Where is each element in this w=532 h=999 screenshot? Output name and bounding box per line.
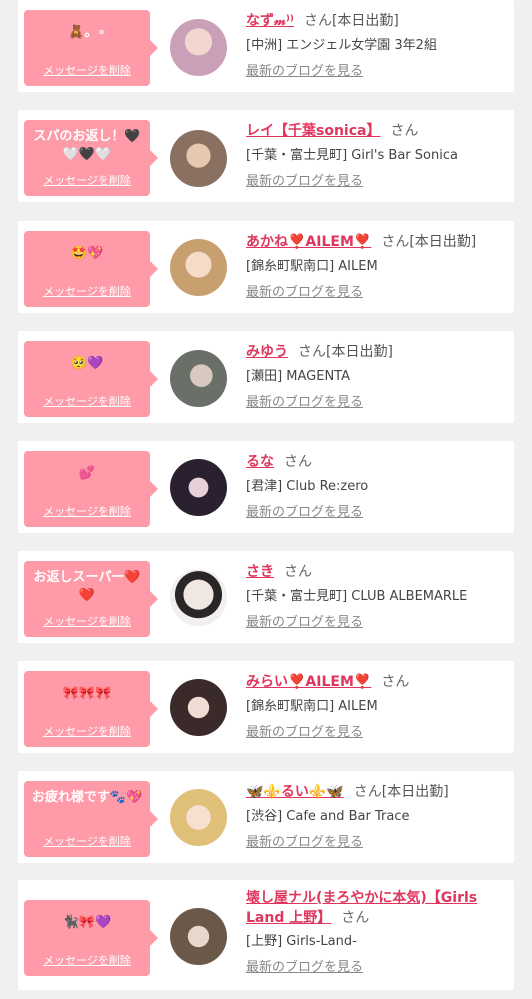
honorific: さん xyxy=(341,910,370,926)
latest-blog-link[interactable]: 最新のブログを見る xyxy=(246,958,363,978)
avatar[interactable] xyxy=(170,350,227,407)
avatar-image xyxy=(170,908,227,965)
latest-blog-link[interactable]: 最新のブログを見る xyxy=(246,833,363,853)
message-card: 🥺💜 メッセージを削除 みゆう さん[本日出勤] [瀬田] MAGENTA 最新の… xyxy=(18,331,514,423)
message-bubble: 🐈‍⬛🎀💜 メッセージを削除 xyxy=(24,900,158,976)
message-bubble: スパのお返し！🖤🤍🖤🤍 メッセージを削除 xyxy=(24,120,158,196)
message-bubble: 🥺💜 メッセージを削除 xyxy=(24,341,158,417)
avatar[interactable] xyxy=(170,19,227,76)
avatar[interactable] xyxy=(170,908,227,965)
delete-message-link[interactable]: メッセージを削除 xyxy=(24,723,150,739)
honorific: さん xyxy=(390,123,419,139)
status-badge: [本日出勤] xyxy=(331,13,399,29)
avatar-image xyxy=(170,569,227,626)
avatar[interactable] xyxy=(170,569,227,626)
shop-name: [上野] Girls-Land- xyxy=(246,934,357,949)
shop-name: [錦糸町駅南口] AILEM xyxy=(246,699,378,714)
message-bubble: お疲れ様です🐾💖 メッセージを削除 xyxy=(24,781,158,857)
message-text: スパのお返し！🖤🤍🖤🤍 xyxy=(33,129,141,162)
latest-blog-link[interactable]: 最新のブログを見る xyxy=(246,393,363,413)
shop-name: [千葉・富士見町] CLUB ALBEMARLE xyxy=(246,589,468,604)
avatar-image xyxy=(170,19,227,76)
status-badge: [本日出勤] xyxy=(326,344,393,360)
delete-message-link[interactable]: メッセージを削除 xyxy=(24,833,150,849)
shop-name: [君津] Club Re:zero xyxy=(246,479,369,494)
shop-name: [渋谷] Cafe and Bar Trace xyxy=(246,809,410,824)
honorific: さん xyxy=(284,564,312,580)
message-text: 🧸。∘ xyxy=(68,25,106,40)
cast-name-link[interactable]: あかね❣️AILEM❣️ xyxy=(246,234,371,250)
avatar-image xyxy=(170,350,227,407)
honorific: さん xyxy=(284,454,312,470)
avatar-image xyxy=(170,130,227,187)
cast-name-link[interactable]: さき xyxy=(246,564,274,580)
latest-blog-link[interactable]: 最新のブログを見る xyxy=(246,172,363,192)
message-text: 🥺💜 xyxy=(70,356,104,371)
avatar[interactable] xyxy=(170,789,227,846)
avatar[interactable] xyxy=(170,130,227,187)
honorific: さん xyxy=(381,674,410,690)
message-card: 💕 メッセージを削除 るな さん [君津] Club Re:zero 最新のブログ… xyxy=(18,441,514,533)
message-text: 🤩💖 xyxy=(70,246,104,261)
delete-message-link[interactable]: メッセージを削除 xyxy=(24,283,150,299)
message-bubble: 🤩💖 メッセージを削除 xyxy=(24,231,158,307)
message-text: 💕 xyxy=(78,466,96,481)
message-text: お返しスーパー❤️❤️ xyxy=(33,570,141,603)
cast-name-link[interactable]: レイ【千葉sonica】 xyxy=(246,123,380,139)
message-card: スパのお返し！🖤🤍🖤🤍 メッセージを削除 レイ【千葉sonica】 さん [千葉・… xyxy=(18,110,514,202)
shop-name: [錦糸町駅南口] AILEM xyxy=(246,259,378,274)
delete-message-link[interactable]: メッセージを削除 xyxy=(24,393,150,409)
message-bubble: 💕 メッセージを削除 xyxy=(24,451,158,527)
shop-name: [千葉・富士見町] Girl's Bar Sonica xyxy=(246,148,458,163)
honorific: さん xyxy=(353,784,382,800)
honorific: さん xyxy=(303,13,332,29)
latest-blog-link[interactable]: 最新のブログを見る xyxy=(246,723,363,743)
shop-name: [瀬田] MAGENTA xyxy=(246,369,350,384)
latest-blog-link[interactable]: 最新のブログを見る xyxy=(246,503,363,523)
avatar-image xyxy=(170,789,227,846)
shop-name: [中洲] エンジェル女学園 3年2組 xyxy=(246,38,437,53)
message-bubble: 🧸。∘ メッセージを削除 xyxy=(24,10,158,86)
delete-message-link[interactable]: メッセージを削除 xyxy=(24,613,150,629)
latest-blog-link[interactable]: 最新のブログを見る xyxy=(246,283,363,303)
cast-name-link[interactable]: みらい❣️AILEM❣️ xyxy=(246,674,371,690)
message-bubble: お返しスーパー❤️❤️ メッセージを削除 xyxy=(24,561,158,637)
delete-message-link[interactable]: メッセージを削除 xyxy=(24,62,150,78)
cast-name-link[interactable]: みゆう xyxy=(246,344,288,360)
message-card: お返しスーパー❤️❤️ メッセージを削除 さき さん [千葉・富士見町] CLUB… xyxy=(18,551,514,643)
status-badge: [本日出勤] xyxy=(409,234,477,250)
message-text: お疲れ様です🐾💖 xyxy=(31,790,143,805)
message-text: 🎀🎀🎀 xyxy=(62,686,112,701)
latest-blog-link[interactable]: 最新のブログを見る xyxy=(246,613,363,633)
message-card: 🐈‍⬛🎀💜 メッセージを削除 壊し屋ナル(まろやかに本気)【Girls Land… xyxy=(18,880,514,990)
honorific: さん xyxy=(381,234,410,250)
cast-name-link[interactable]: 🦋⚜️るい⚜️🦋 xyxy=(246,784,344,800)
honorific: さん xyxy=(298,344,326,360)
delete-message-link[interactable]: メッセージを削除 xyxy=(24,172,150,188)
avatar[interactable] xyxy=(170,679,227,736)
message-card: 🎀🎀🎀 メッセージを削除 みらい❣️AILEM❣️ さん [錦糸町駅南口] AIL… xyxy=(18,661,514,753)
cast-name-link[interactable]: るな xyxy=(246,454,274,470)
avatar[interactable] xyxy=(170,239,227,296)
message-bubble: 🎀🎀🎀 メッセージを削除 xyxy=(24,671,158,747)
cast-name-link[interactable]: なず𝓂⁾⁾ xyxy=(246,13,294,29)
status-badge: [本日出勤] xyxy=(381,784,449,800)
delete-message-link[interactable]: メッセージを削除 xyxy=(24,503,150,519)
message-card: 🤩💖 メッセージを削除 あかね❣️AILEM❣️ さん[本日出勤] [錦糸町駅南口… xyxy=(18,221,514,313)
avatar-image xyxy=(170,239,227,296)
message-text: 🐈‍⬛🎀💜 xyxy=(62,915,112,930)
latest-blog-link[interactable]: 最新のブログを見る xyxy=(246,62,363,82)
avatar-image xyxy=(170,679,227,736)
avatar[interactable] xyxy=(170,459,227,516)
delete-message-link[interactable]: メッセージを削除 xyxy=(24,952,150,968)
message-card: お疲れ様です🐾💖 メッセージを削除 🦋⚜️るい⚜️🦋 さん[本日出勤] [渋谷] … xyxy=(18,771,514,863)
message-card: 🧸。∘ メッセージを削除 なず𝓂⁾⁾ さん[本日出勤] [中洲] エンジェル女学園… xyxy=(18,0,514,92)
avatar-image xyxy=(170,459,227,516)
